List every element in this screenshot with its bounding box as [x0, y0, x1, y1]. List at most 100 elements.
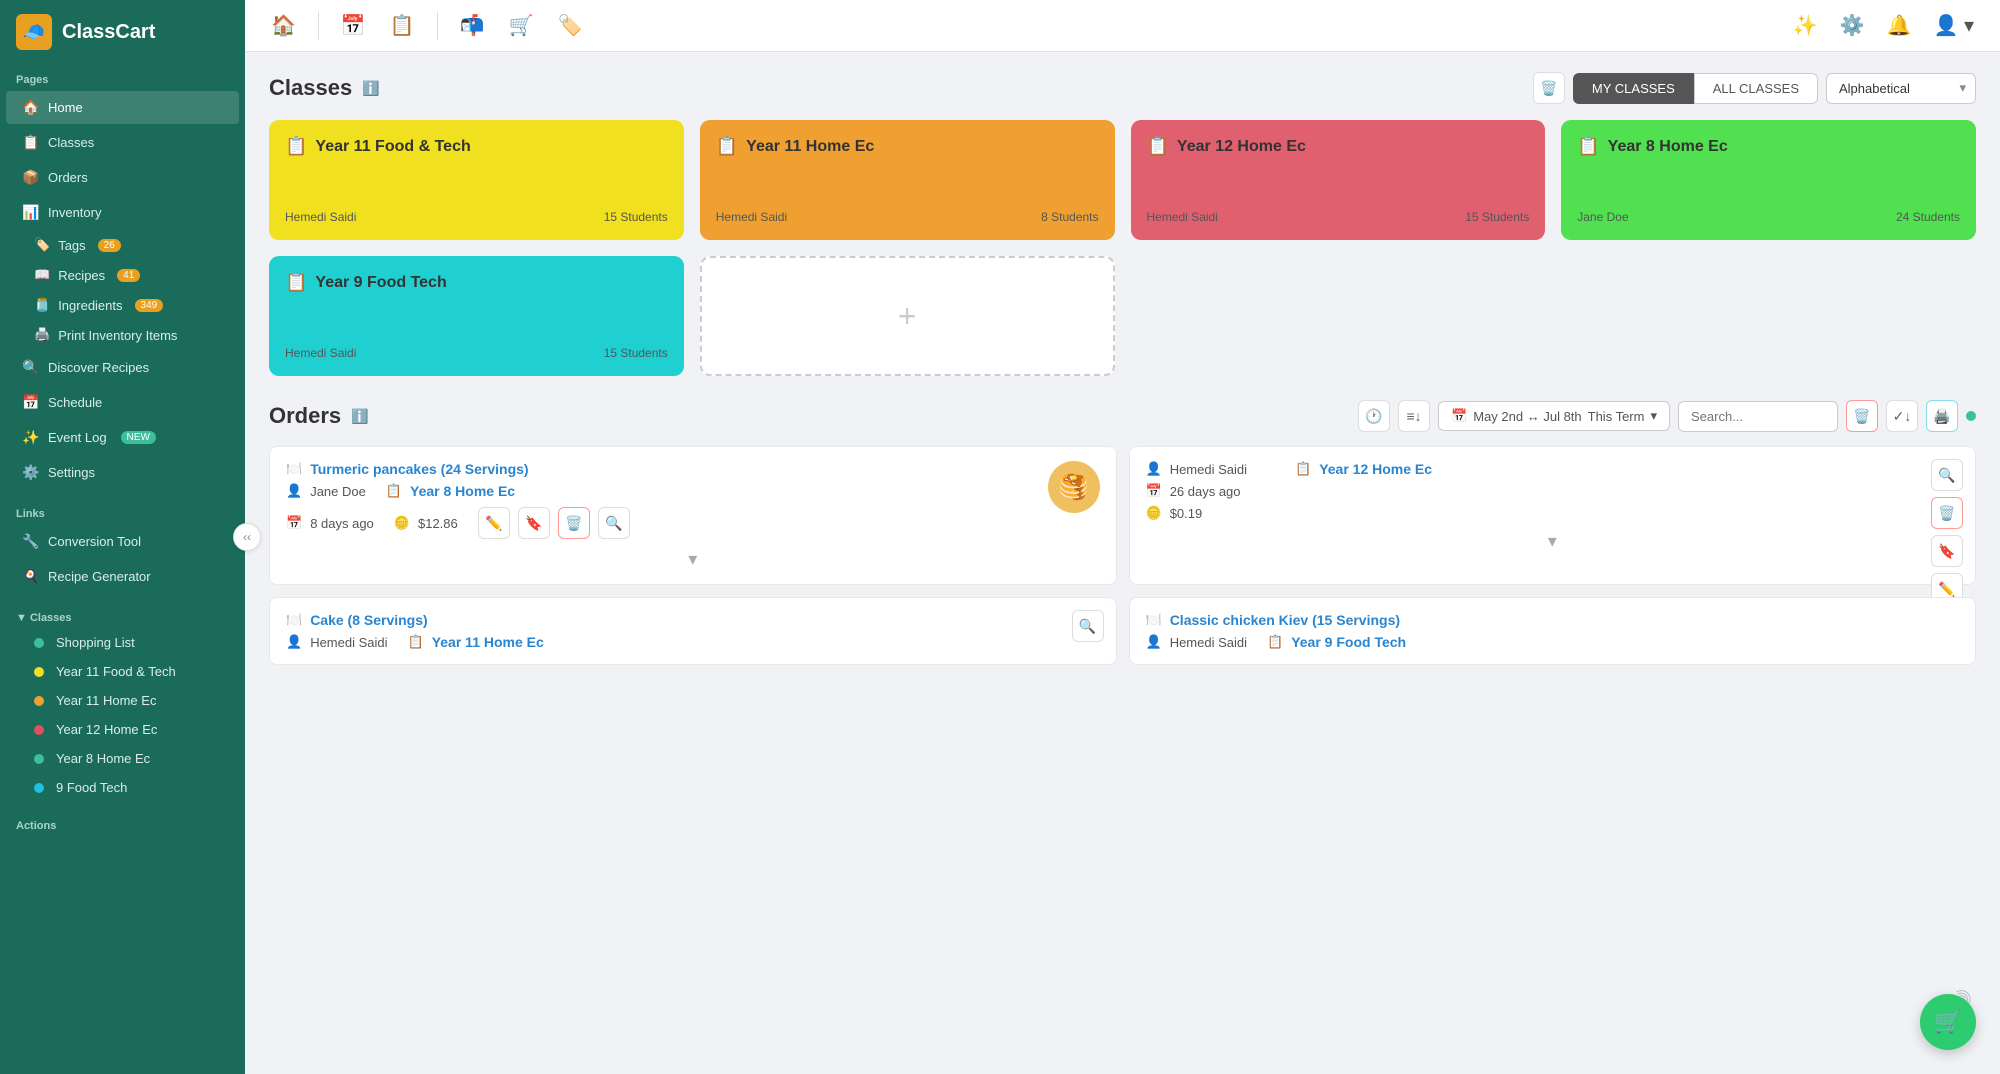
sidebar-class-shopping-label: Shopping List: [56, 635, 135, 650]
sidebar-item-inventory[interactable]: 📊 Inventory: [6, 196, 239, 229]
topnav-tag-icon[interactable]: 🏷️: [552, 7, 589, 44]
sidebar-item-recipe-gen[interactable]: 🍳 Recipe Generator: [6, 560, 239, 593]
order-1-delete-button[interactable]: 🗑️: [558, 507, 590, 539]
order-1-time: 8 days ago: [310, 516, 374, 531]
sidebar-item-settings[interactable]: ⚙️ Settings: [6, 456, 239, 489]
date-range-button[interactable]: 📅 May 2nd ↔ Jul 8th This Term ▾: [1438, 401, 1670, 431]
class-card-y8he[interactable]: 📋 Year 8 Home Ec Jane Doe 24 Students: [1561, 120, 1976, 240]
class-card-y12he-header: 📋 Year 12 Home Ec: [1147, 136, 1530, 157]
order-2-class-link[interactable]: Year 12 Home Ec: [1319, 461, 1432, 477]
order-4-recipe-link[interactable]: Classic chicken Kiev (15 Servings): [1170, 612, 1400, 628]
sidebar-class-y8he[interactable]: Year 8 Home Ec: [6, 745, 239, 772]
order-1-recipe-link[interactable]: Turmeric pancakes (24 Servings): [310, 461, 528, 477]
topnav-basket-icon[interactable]: 🛒: [503, 7, 540, 44]
my-classes-tab[interactable]: MY CLASSES: [1573, 73, 1694, 104]
all-classes-tab[interactable]: ALL CLASSES: [1694, 73, 1818, 104]
order-1-class-link[interactable]: Year 8 Home Ec: [410, 483, 515, 499]
topnav-mail-icon[interactable]: 📬: [454, 7, 491, 44]
sidebar-item-recipes[interactable]: 📖 Recipes 41: [6, 261, 239, 289]
order-1-expand[interactable]: ▾: [286, 549, 1100, 570]
class-card-y12he[interactable]: 📋 Year 12 Home Ec Hemedi Saidi 15 Studen…: [1131, 120, 1546, 240]
order-1-bookmark-button[interactable]: 🔖: [518, 507, 550, 539]
add-class-button[interactable]: +: [700, 256, 1115, 376]
class-card-y9ft-name: Year 9 Food Tech: [315, 274, 446, 292]
topnav-divider-2: [437, 12, 438, 40]
sidebar-eventlog-label: Event Log: [48, 430, 107, 445]
term-chevron-icon: ▾: [1650, 408, 1657, 424]
class-card-icon-4: 📋: [1577, 136, 1599, 157]
sidebar-item-classes[interactable]: 📋 Classes: [6, 126, 239, 159]
sidebar-class-shopping[interactable]: Shopping List: [6, 629, 239, 656]
sidebar-item-orders[interactable]: 📦 Orders: [6, 161, 239, 194]
recipes-badge: 41: [117, 269, 140, 282]
sidebar-item-tags[interactable]: 🏷️ Tags 26: [6, 231, 239, 259]
sidebar-item-discover[interactable]: 🔍 Discover Recipes: [6, 351, 239, 384]
class-card-y12he-name: Year 12 Home Ec: [1177, 138, 1306, 156]
orders-print-button[interactable]: 🖨️: [1926, 400, 1958, 432]
main-area: 🏠 📅 📋 📬 🛒 🏷️ ✨ ⚙️ 🔔 👤 ▾ Classes ℹ️ 🗑️: [245, 0, 2000, 1074]
class-card-y9ft-teacher: Hemedi Saidi: [285, 346, 356, 360]
brand-logo[interactable]: 🧢 ClassCart: [0, 0, 245, 64]
order-2-bookmark-button[interactable]: 🔖: [1931, 535, 1963, 567]
y12he-dot: [34, 725, 44, 735]
topnav-user-icon[interactable]: 👤 ▾: [1928, 7, 1981, 44]
orders-history-button[interactable]: 🕐: [1358, 400, 1390, 432]
collapse-sidebar-button[interactable]: ‹‹: [233, 523, 261, 551]
sidebar-item-print[interactable]: 🖨️ Print Inventory Items: [6, 321, 239, 349]
class-card-y12he-students: 15 Students: [1465, 210, 1529, 224]
tags-badge: 26: [98, 239, 121, 252]
top-nav: 🏠 📅 📋 📬 🛒 🏷️ ✨ ⚙️ 🔔 👤 ▾: [245, 0, 2000, 52]
order-3-recipe-link[interactable]: Cake (8 Servings): [310, 612, 428, 628]
sidebar-item-ingredients[interactable]: 🫙 Ingredients 349: [6, 291, 239, 319]
classes-sort-select[interactable]: Alphabetical Recent Custom: [1826, 73, 1976, 104]
sidebar-class-y8he-label: Year 8 Home Ec: [56, 751, 150, 766]
orders-search-input[interactable]: [1678, 401, 1838, 432]
class-card-y11he[interactable]: 📋 Year 11 Home Ec Hemedi Saidi 8 Student…: [700, 120, 1115, 240]
date-range-text: May 2nd ↔ Jul 8th: [1473, 409, 1581, 424]
topnav-clipboard-icon[interactable]: 📋: [384, 7, 421, 44]
sidebar-class-y12he[interactable]: Year 12 Home Ec: [6, 716, 239, 743]
order-3-recipe-icon: 🍽️: [286, 612, 302, 628]
classes-tab-group: MY CLASSES ALL CLASSES: [1573, 73, 1818, 104]
class-card-y11ft-students: 15 Students: [604, 210, 668, 224]
sidebar-class-y11ft[interactable]: Year 11 Food & Tech: [6, 658, 239, 685]
topnav-bell-icon[interactable]: 🔔: [1881, 7, 1918, 44]
order-2-search-button[interactable]: 🔍: [1931, 459, 1963, 491]
topnav-home-icon[interactable]: 🏠: [265, 7, 302, 44]
classes-info-icon[interactable]: ℹ️: [362, 80, 379, 97]
orders-info-icon[interactable]: ℹ️: [351, 408, 368, 425]
shopping-dot: [34, 638, 44, 648]
orders-filter-button[interactable]: ≡↓: [1398, 400, 1430, 432]
order-3-class-link[interactable]: Year 11 Home Ec: [432, 634, 544, 650]
order-2-expand[interactable]: ▾: [1146, 531, 1960, 552]
class-card-y9ft-footer: Hemedi Saidi 15 Students: [285, 346, 668, 360]
orders-delete-button[interactable]: 🗑️: [1846, 400, 1878, 432]
order-3-search-button[interactable]: 🔍: [1072, 610, 1104, 642]
topnav-gear-icon[interactable]: ⚙️: [1834, 7, 1871, 44]
ingredients-icon: 🫙: [34, 297, 50, 313]
order-card-2: 🔍 🗑️ 🔖 ✏️ 👤 Hemedi Saidi 📋 Year 12 Home …: [1129, 446, 1977, 585]
order-1-search-button[interactable]: 🔍: [598, 507, 630, 539]
sidebar-class-y9ft[interactable]: 9 Food Tech: [6, 774, 239, 801]
order-4-teacher-icon: 👤: [1146, 634, 1162, 650]
sidebar-item-home[interactable]: 🏠 Home: [6, 91, 239, 124]
order-1-edit-button[interactable]: ✏️: [478, 507, 510, 539]
topnav-sparkle-icon[interactable]: ✨: [1787, 7, 1824, 44]
orders-title: Orders: [269, 403, 341, 429]
order-4-class-link[interactable]: Year 9 Food Tech: [1291, 634, 1406, 650]
order-1-class-icon: 📋: [386, 483, 402, 499]
y9ft-dot: [34, 783, 44, 793]
sidebar-class-y11he[interactable]: Year 11 Home Ec: [6, 687, 239, 714]
sidebar-item-eventlog[interactable]: ✨ Event Log NEW: [6, 421, 239, 454]
classes-title: Classes: [269, 75, 352, 101]
class-card-y11ft[interactable]: 📋 Year 11 Food & Tech Hemedi Saidi 15 St…: [269, 120, 684, 240]
cart-fab-button[interactable]: 🛒: [1920, 994, 1976, 1050]
sidebar-item-conversion[interactable]: 🔧 Conversion Tool: [6, 525, 239, 558]
topnav-divider-1: [318, 12, 319, 40]
class-card-y9ft[interactable]: 📋 Year 9 Food Tech Hemedi Saidi 15 Stude…: [269, 256, 684, 376]
topnav-calendar-icon[interactable]: 📅: [335, 7, 372, 44]
classes-trash-button[interactable]: 🗑️: [1533, 72, 1565, 104]
sidebar-item-schedule[interactable]: 📅 Schedule: [6, 386, 239, 419]
orders-check-button[interactable]: ✓↓: [1886, 400, 1918, 432]
order-2-delete-button[interactable]: 🗑️: [1931, 497, 1963, 529]
